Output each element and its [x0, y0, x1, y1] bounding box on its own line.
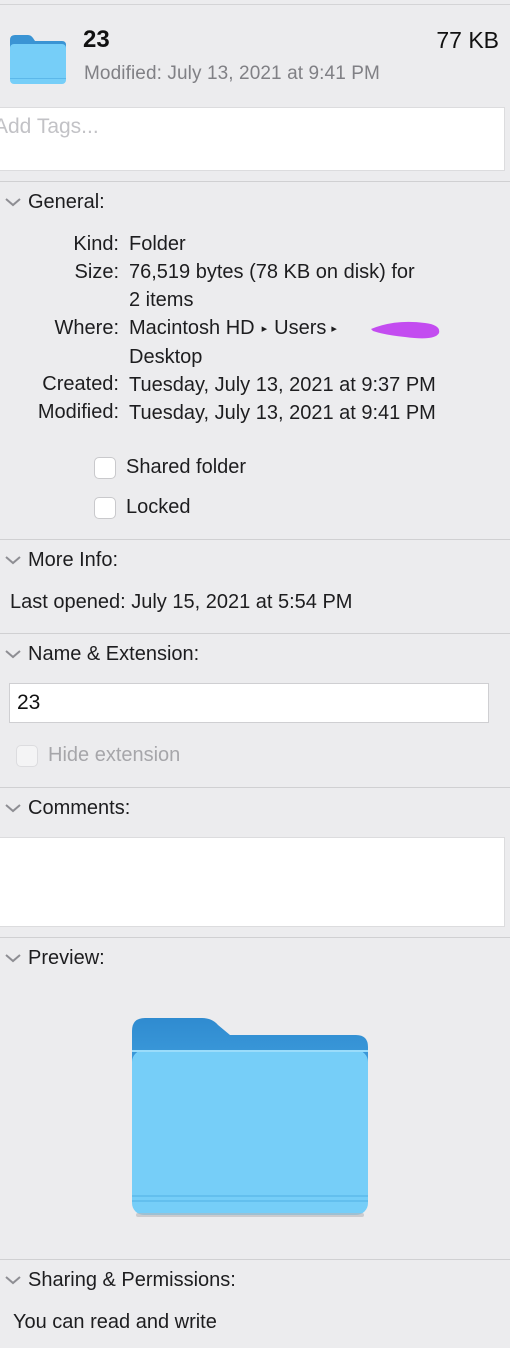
- file-name-title: 23: [83, 26, 110, 53]
- kind-value: Folder: [129, 233, 186, 255]
- comments-textarea[interactable]: [0, 838, 504, 926]
- chevron-down-icon: [5, 804, 21, 813]
- folder-icon: [10, 35, 66, 84]
- modified-value: Tuesday, July 13, 2021 at 9:41 PM: [129, 402, 436, 424]
- preview-section-header[interactable]: Preview:: [0, 943, 105, 973]
- tags-field[interactable]: [0, 107, 505, 171]
- path-separator-icon: ▸: [261, 323, 268, 335]
- where-path-volume: Macintosh HD: [129, 317, 255, 339]
- section-divider: [0, 787, 510, 788]
- section-divider: [0, 181, 510, 182]
- name-field[interactable]: [9, 683, 489, 723]
- preview-section-title: Preview:: [28, 946, 105, 969]
- comments-field[interactable]: [0, 837, 505, 927]
- kind-label: Kind:: [73, 233, 119, 255]
- locked-checkbox[interactable]: [94, 496, 116, 519]
- locked-label: Locked: [126, 496, 191, 518]
- locked-checkbox-row[interactable]: Locked: [94, 496, 191, 519]
- redaction-scribble: [371, 321, 440, 339]
- chevron-down-icon: [5, 954, 21, 963]
- chevron-down-icon: [5, 650, 21, 659]
- sharing-section-title: Sharing & Permissions:: [28, 1268, 236, 1291]
- hide-extension-checkbox-row[interactable]: Hide extension: [16, 744, 180, 767]
- folder-preview-icon: [132, 1018, 368, 1217]
- path-separator-icon: ▸: [331, 323, 337, 335]
- shared-folder-label: Shared folder: [126, 456, 247, 478]
- section-divider: [0, 937, 510, 938]
- general-values: Folder 76,519 bytes (78 KB on disk) for …: [129, 230, 499, 427]
- comments-section-title: Comments:: [28, 796, 131, 819]
- where-label: Where:: [54, 317, 119, 339]
- tags-input[interactable]: [0, 108, 498, 139]
- file-size-summary: 77 KB: [436, 27, 499, 53]
- size-label: Size:: [74, 261, 119, 283]
- size-value-line1: 76,519 bytes (78 KB on disk) for: [129, 261, 415, 283]
- section-divider: [0, 539, 510, 540]
- last-opened-text: Last opened: July 15, 2021 at 5:54 PM: [10, 591, 353, 613]
- section-divider: [0, 633, 510, 634]
- permission-status-text: You can read and write: [13, 1311, 217, 1333]
- sharing-section-header[interactable]: Sharing & Permissions:: [0, 1265, 236, 1295]
- chevron-down-icon: [5, 198, 21, 207]
- modified-summary: Modified: July 13, 2021 at 9:41 PM: [84, 63, 380, 84]
- created-label: Created:: [42, 373, 119, 395]
- top-divider: [0, 4, 510, 5]
- general-section-title: General:: [28, 190, 105, 213]
- general-section-header[interactable]: General:: [0, 187, 105, 217]
- name-input[interactable]: [10, 684, 488, 722]
- hide-extension-checkbox[interactable]: [16, 744, 38, 767]
- size-value-line2: 2 items: [129, 289, 194, 311]
- where-value-line1: Macintosh HD ▸ Users ▸: [129, 314, 499, 343]
- hide-extension-label: Hide extension: [48, 744, 181, 766]
- where-path-users: Users: [274, 317, 327, 339]
- more-info-section-header[interactable]: More Info:: [0, 545, 118, 575]
- created-value: Tuesday, July 13, 2021 at 9:37 PM: [129, 374, 436, 396]
- shared-folder-checkbox-row[interactable]: Shared folder: [94, 456, 246, 479]
- chevron-down-icon: [5, 556, 21, 565]
- modified-label: Modified:: [37, 401, 119, 423]
- shared-folder-checkbox[interactable]: [94, 456, 116, 479]
- name-extension-section-header[interactable]: Name & Extension:: [0, 639, 199, 669]
- chevron-down-icon: [5, 1276, 21, 1285]
- name-extension-section-title: Name & Extension:: [28, 642, 200, 665]
- more-info-section-title: More Info:: [28, 548, 119, 571]
- section-divider: [0, 1259, 510, 1260]
- comments-section-header[interactable]: Comments:: [0, 793, 130, 823]
- where-value-line2: Desktop: [129, 346, 203, 368]
